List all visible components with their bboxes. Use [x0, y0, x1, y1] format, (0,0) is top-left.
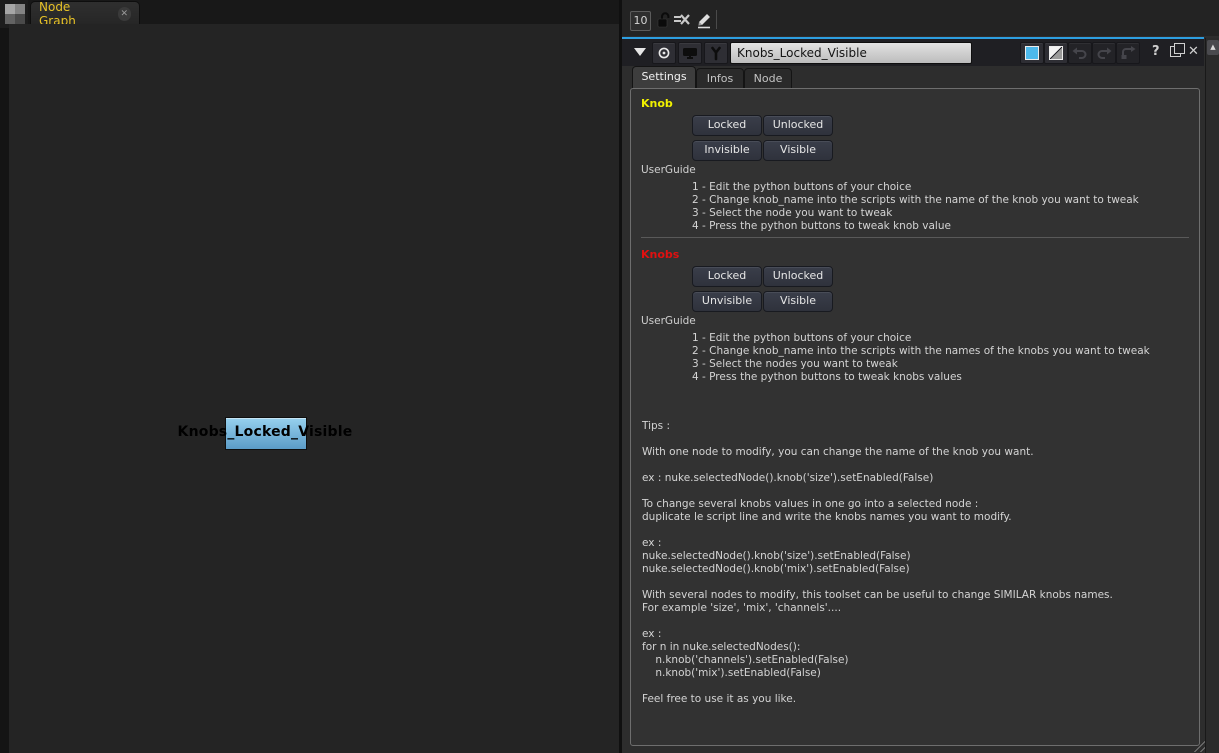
- knobs-userguide-text: 1 - Edit the python buttons of your choi…: [692, 332, 1150, 384]
- max-panels-field[interactable]: 10: [630, 11, 651, 31]
- knobs-unvisible-button[interactable]: Unvisible: [692, 291, 762, 312]
- gl-color-button[interactable]: [1044, 42, 1068, 64]
- tab-settings[interactable]: Settings: [632, 66, 696, 89]
- undo-button[interactable]: [1068, 42, 1092, 64]
- monitor-button[interactable]: [678, 42, 702, 64]
- node-graph-panel: Node Graph ✕ Knobs_Locked_Visible: [0, 0, 620, 753]
- knob-invisible-button[interactable]: Invisible: [692, 140, 762, 161]
- wrench-icon: [709, 46, 723, 61]
- nuke-window: Node Graph ✕ Knobs_Locked_Visible 10: [0, 0, 1219, 753]
- properties-panel: 10: [622, 0, 1219, 753]
- knobs-userguide-label: UserGuide: [641, 315, 696, 327]
- panel-edge-strip: [0, 0, 9, 753]
- node-panel-header: ? ✕: [622, 39, 1204, 66]
- node-color-button[interactable]: [1020, 42, 1044, 64]
- knobs-visible-button[interactable]: Visible: [763, 291, 833, 312]
- revert-icon: [1120, 46, 1136, 60]
- wrench-button[interactable]: [704, 42, 728, 64]
- knob-locked-button[interactable]: Locked: [692, 115, 762, 136]
- lock-icon[interactable]: [654, 11, 674, 29]
- node-label: Knobs_Locked_Visible: [178, 424, 353, 440]
- tips-text: Tips : With one node to modify, you can …: [642, 420, 1113, 706]
- resize-grip-icon[interactable]: [1191, 738, 1205, 752]
- collapse-triangle-icon[interactable]: [634, 48, 646, 56]
- undo-icon: [1072, 47, 1088, 60]
- settings-tab-content: Knob Locked Unlocked Invisible Visible U…: [630, 88, 1200, 746]
- revert-button[interactable]: [1116, 42, 1140, 64]
- monitor-icon: [682, 46, 698, 60]
- help-icon[interactable]: ?: [1152, 44, 1160, 59]
- node-color-swatch: [1025, 46, 1039, 60]
- knobs-unlocked-button[interactable]: Unlocked: [763, 266, 833, 287]
- node-graph-canvas[interactable]: [9, 24, 620, 753]
- center-node-icon: [657, 46, 671, 60]
- tab-node[interactable]: Node: [744, 68, 792, 88]
- properties-tabrow: Settings Infos Node: [622, 66, 1204, 88]
- section-divider: [641, 237, 1189, 238]
- float-panel-icon[interactable]: [1170, 46, 1181, 57]
- toolbar-separator: [716, 10, 717, 29]
- properties-scrollbar[interactable]: ▲: [1205, 38, 1219, 753]
- knob-visible-button[interactable]: Visible: [763, 140, 833, 161]
- center-node-button[interactable]: [652, 42, 676, 64]
- gl-color-swatch: [1049, 46, 1063, 60]
- close-panel-icon[interactable]: ✕: [1188, 44, 1199, 59]
- redo-button[interactable]: [1092, 42, 1116, 64]
- properties-bin-toolbar: 10: [622, 0, 1219, 36]
- tab-node-graph[interactable]: Node Graph ✕: [30, 1, 140, 25]
- knob-section-heading: Knob: [641, 97, 673, 110]
- knob-unlocked-button[interactable]: Unlocked: [763, 115, 833, 136]
- node-name-field[interactable]: [730, 42, 972, 64]
- redo-icon: [1096, 47, 1112, 60]
- scroll-up-button[interactable]: ▲: [1207, 40, 1219, 55]
- knob-userguide-label: UserGuide: [641, 164, 696, 176]
- knobs-locked-button[interactable]: Locked: [692, 266, 762, 287]
- knob-userguide-text: 1 - Edit the python buttons of your choi…: [692, 181, 1139, 233]
- tab-close-icon[interactable]: ✕: [118, 7, 131, 21]
- tab-infos[interactable]: Infos: [696, 68, 744, 88]
- knobs-section-heading: Knobs: [641, 248, 679, 261]
- edit-pencil-icon[interactable]: [694, 11, 714, 29]
- clear-panels-icon[interactable]: [672, 11, 692, 29]
- pane-menu-icon: [5, 4, 25, 24]
